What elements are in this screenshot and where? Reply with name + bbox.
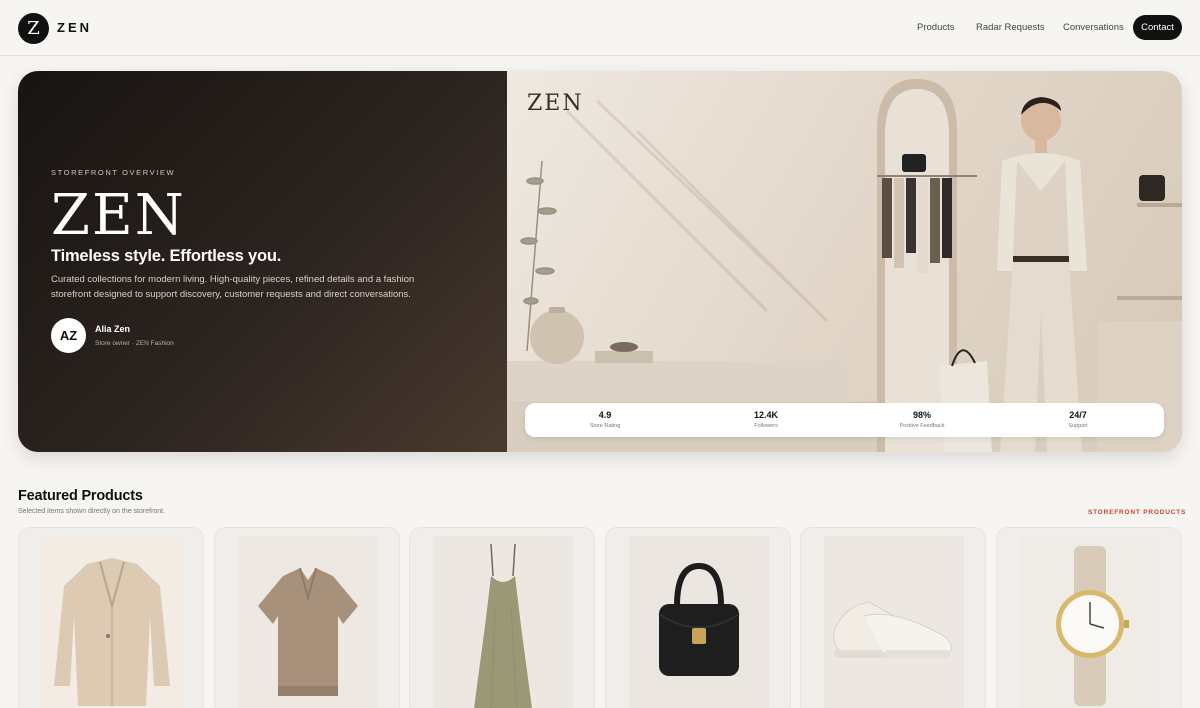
blazer-icon [42, 536, 182, 708]
polo-shirt-icon [238, 536, 378, 708]
stat-positive-feedback: 98% Positive Feedback [847, 403, 997, 437]
product-card[interactable] [409, 527, 595, 708]
section-subtitle: Selected items shown directly on the sto… [18, 508, 166, 515]
handbag-icon [629, 536, 769, 708]
contact-button[interactable]: Contact [1133, 15, 1182, 40]
nav-link-products[interactable]: Products [917, 22, 955, 33]
nav-link-conversations[interactable]: Conversations [1063, 22, 1124, 33]
owner-name: Alia Zen [95, 324, 131, 334]
owner-role: Store owner · ZEN Fashion [95, 340, 174, 347]
section-title: Featured Products [18, 488, 143, 504]
hero-banner: STOREFRONT OVERVIEW ZEN Timeless style. … [18, 71, 1182, 452]
hero-description: Curated collections for modern living. H… [51, 274, 415, 300]
product-card[interactable] [996, 527, 1182, 708]
top-navbar: Z ZEN Products Radar Requests Conversati… [0, 0, 1200, 56]
logo-mark[interactable]: Z [18, 13, 49, 44]
boutique-scene-illustration [507, 79, 1182, 452]
stat-value: 4.9 [598, 410, 612, 420]
avatar[interactable]: AZ [51, 318, 86, 353]
stat-support: 24/7 Support [1003, 403, 1153, 437]
hero-text-panel: STOREFRONT OVERVIEW ZEN Timeless style. … [18, 71, 507, 452]
hero-image: ZEN [507, 71, 1182, 452]
watch-icon [1020, 536, 1160, 708]
hero-eyebrow: STOREFRONT OVERVIEW [51, 168, 176, 177]
product-card[interactable] [605, 527, 791, 708]
stat-store-rating: 4.9 Store Rating [530, 403, 680, 437]
stat-label: Followers [754, 423, 778, 429]
brand-name[interactable]: ZEN [57, 20, 92, 35]
stat-followers: 12.4K Followers [691, 403, 841, 437]
product-card[interactable] [800, 527, 986, 708]
storefront-products-link[interactable]: STOREFRONT PRODUCTS [1088, 509, 1186, 516]
stat-label: Support [1068, 423, 1088, 429]
product-card[interactable] [18, 527, 204, 708]
hero-image-watermark: ZEN [527, 91, 584, 116]
sneakers-icon [824, 536, 964, 708]
stat-label: Positive Feedback [899, 423, 945, 429]
nav-link-radar-requests[interactable]: Radar Requests [976, 22, 1045, 33]
product-card[interactable] [214, 527, 400, 708]
stat-value: 12.4K [753, 410, 779, 420]
hero-subtitle: Timeless style. Effortless you. [51, 247, 282, 265]
stat-value: 98% [912, 410, 931, 420]
stats-bar: 4.9 Store Rating 12.4K Followers 98% Pos… [525, 403, 1164, 437]
hero-title: ZEN [51, 183, 186, 248]
stat-value: 24/7 [1069, 410, 1087, 420]
slip-dress-icon [433, 536, 573, 708]
stat-label: Store Rating [589, 423, 621, 429]
